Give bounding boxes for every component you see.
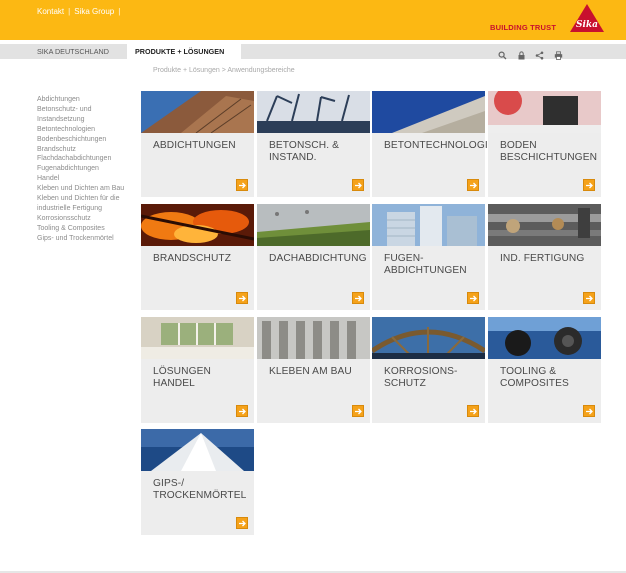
sidebar-item-betontechnologien[interactable]: Betontechnologien [37, 125, 137, 135]
arrow-right-icon[interactable] [352, 179, 364, 191]
lock-icon[interactable] [517, 47, 526, 60]
tile-label: BODEN BESCHICHTUNGEN [500, 140, 598, 163]
tile-ind-fertigung[interactable]: IND. FERTIGUNG [488, 204, 601, 310]
tile-label: FUGEN-ABDICHTUNGEN [384, 253, 467, 276]
divider: | [68, 7, 71, 16]
tile-image [141, 204, 254, 246]
tile-brandschutz[interactable]: BRANDSCHUTZ [141, 204, 254, 310]
tile-label: GIPS-/ TROCKENMÖRTEL [153, 478, 247, 501]
arrow-right-icon[interactable] [236, 292, 248, 304]
sika-logo[interactable]: Sika [569, 3, 605, 33]
sidebar-item-fugen[interactable]: Fugenabdichtungen [37, 164, 137, 174]
tile-image [141, 317, 254, 359]
tile-abdichtungen[interactable]: ABDICHTUNGEN [141, 91, 254, 197]
tile-image [488, 317, 601, 359]
tile-label: KLEBEN AM BAU [269, 366, 352, 377]
nav-icon-group [498, 47, 568, 60]
main-nav: SIKA DEUTSCHLAND PRODUKTE + LÖSUNGEN [0, 44, 626, 60]
tile-label: LÖSUNGEN HANDEL [153, 366, 211, 389]
print-icon[interactable] [554, 47, 563, 60]
arrow-right-icon[interactable] [583, 405, 595, 417]
arrow-right-icon[interactable] [236, 179, 248, 191]
sika-group-link[interactable]: Sika Group [74, 7, 114, 16]
tile-label: BRANDSCHUTZ [153, 253, 232, 264]
tile-label: IND. FERTIGUNG [500, 253, 585, 264]
tile-loesungen-handel[interactable]: LÖSUNGEN HANDEL [141, 317, 254, 423]
top-links: Kontakt | Sika Group | [37, 7, 120, 16]
sidebar-item-korrosionsschutz[interactable]: Korrosionsschutz [37, 214, 137, 224]
sidebar-item-kleben-bau[interactable]: Kleben und Dichten am Bau [37, 184, 137, 194]
tile-kleben-bau[interactable]: KLEBEN AM BAU [257, 317, 370, 423]
tile-image [141, 91, 254, 133]
tile-image [488, 204, 601, 246]
tile-label: TOOLING & COMPOSITES [500, 366, 569, 389]
arrow-right-icon[interactable] [583, 292, 595, 304]
sidebar-item-abdichtungen[interactable]: Abdichtungen [37, 95, 137, 105]
sidebar-item-handel[interactable]: Handel [37, 174, 137, 184]
tile-fugen[interactable]: FUGEN-ABDICHTUNGEN [372, 204, 485, 310]
tab-sika-deutschland[interactable]: SIKA DEUTSCHLAND [29, 44, 117, 59]
tile-boden[interactable]: BODEN BESCHICHTUNGEN [488, 91, 601, 197]
breadcrumb[interactable]: Produkte + Lösungen > Anwendungsbereiche [153, 67, 295, 74]
tile-image [257, 91, 370, 133]
tile-label: KORROSIONS-SCHUTZ [384, 366, 458, 389]
arrow-right-icon[interactable] [236, 517, 248, 529]
tile-image [372, 204, 485, 246]
tab-produkte-loesungen[interactable]: PRODUKTE + LÖSUNGEN [127, 44, 241, 59]
tile-korrosionsschutz[interactable]: KORROSIONS-SCHUTZ [372, 317, 485, 423]
tile-label: DACHABDICHTUNG [269, 253, 367, 264]
arrow-right-icon[interactable] [583, 179, 595, 191]
search-icon[interactable] [498, 47, 507, 60]
sidebar-item-kleben-industrie[interactable]: Kleben und Dichten für die industrielle … [37, 194, 137, 214]
sidebar-item-bodenbeschichtungen[interactable]: Bodenbeschichtungen [37, 135, 137, 145]
tile-image [372, 317, 485, 359]
arrow-right-icon[interactable] [236, 405, 248, 417]
arrow-right-icon[interactable] [467, 179, 479, 191]
tile-label: BETONTECHNOLOGIE [384, 140, 495, 151]
tile-label: ABDICHTUNGEN [153, 140, 236, 151]
top-header-bar: Kontakt | Sika Group | BUILDING TRUST Si… [0, 0, 626, 40]
logo-text: Sika [576, 20, 598, 30]
sidebar-item-gips[interactable]: Gips- und Trockenmörtel [37, 234, 137, 244]
tile-dachabdichtung[interactable]: DACHABDICHTUNG [257, 204, 370, 310]
tile-image [257, 317, 370, 359]
tile-label: BETONSCH. & INSTAND. [269, 140, 339, 163]
arrow-right-icon[interactable] [467, 292, 479, 304]
tile-image [257, 204, 370, 246]
building-trust-tagline: BUILDING TRUST [490, 23, 557, 32]
sidebar-item-betonschutz[interactable]: Betonschutz- und Instandsetzung [37, 105, 137, 125]
tile-tooling[interactable]: TOOLING & COMPOSITES [488, 317, 601, 423]
share-icon[interactable] [535, 47, 544, 60]
arrow-right-icon[interactable] [352, 292, 364, 304]
sidebar-nav: Abdichtungen Betonschutz- und Instandset… [37, 95, 137, 244]
tile-image [372, 91, 485, 133]
arrow-right-icon[interactable] [467, 405, 479, 417]
arrow-right-icon[interactable] [352, 405, 364, 417]
tile-image [141, 429, 254, 471]
sidebar-item-brandschutz[interactable]: Brandschutz [37, 145, 137, 155]
tile-image [488, 91, 601, 133]
tile-betontechnologie[interactable]: BETONTECHNOLOGIE [372, 91, 495, 197]
sidebar-item-flachdach[interactable]: Flachdachabdichtungen [37, 154, 137, 164]
tile-betonschutz[interactable]: BETONSCH. & INSTAND. [257, 91, 370, 197]
divider: | [118, 7, 121, 16]
tile-gips[interactable]: GIPS-/ TROCKENMÖRTEL [141, 429, 254, 535]
sidebar-item-tooling[interactable]: Tooling & Composites [37, 224, 137, 234]
contact-link[interactable]: Kontakt [37, 7, 64, 16]
